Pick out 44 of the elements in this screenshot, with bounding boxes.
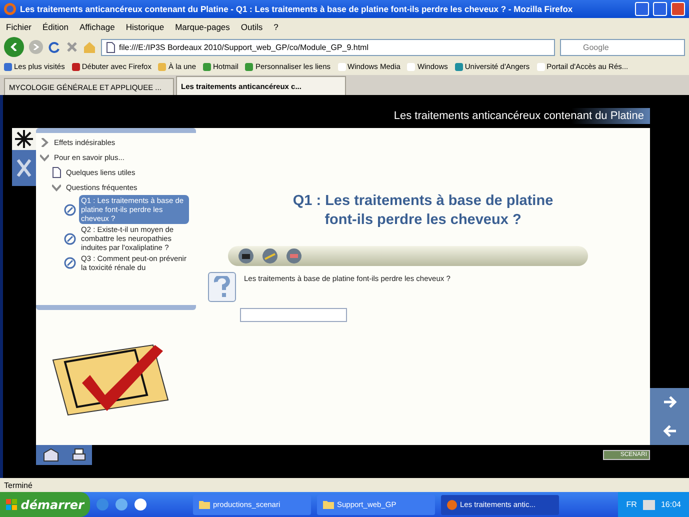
- clock: 16:04: [660, 500, 681, 509]
- arrow-left-icon[interactable]: [662, 424, 676, 437]
- answer-field[interactable]: [240, 308, 346, 322]
- link-icon: [64, 232, 76, 244]
- menu-item[interactable]: Outils: [240, 22, 263, 32]
- maximize-button[interactable]: [653, 2, 667, 16]
- arrow-right-icon[interactable]: [662, 396, 676, 408]
- link-icon: [64, 257, 76, 269]
- firefox-icon: [4, 3, 16, 15]
- building-icon[interactable]: [42, 448, 58, 462]
- arrow-right-icon: [33, 44, 39, 50]
- page-icon: [52, 167, 61, 178]
- menu-item[interactable]: Affichage: [80, 22, 115, 32]
- chevron-down-icon[interactable]: [52, 183, 61, 192]
- menu-item[interactable]: ?: [274, 22, 278, 32]
- arrow-left-icon: [10, 43, 18, 51]
- folder-icon: [323, 500, 334, 509]
- windows-logo-icon: [6, 498, 17, 510]
- page-icon: [106, 42, 115, 52]
- question-mark-icon: [208, 272, 236, 302]
- menu-item[interactable]: Marque-pages: [175, 22, 230, 32]
- start-button[interactable]: démarrer: [0, 492, 90, 517]
- question-title: Q1 : Les traitements à base de platine font-ils perdre les cheveux ?: [292, 192, 554, 230]
- minimize-button[interactable]: [635, 2, 649, 16]
- menu-item[interactable]: Édition: [42, 22, 69, 32]
- close-button[interactable]: [671, 2, 685, 16]
- menu-item[interactable]: Historique: [126, 22, 164, 32]
- address-field[interactable]: file:///E:/IP3S Bordeaux 2010/Support_web_GP/co/Module_GP_9.html: [101, 38, 555, 56]
- chevron-down-icon[interactable]: [40, 153, 49, 162]
- search-field[interactable]: Google: [560, 38, 685, 56]
- folder-icon: [199, 500, 210, 509]
- window-title: Les traitements anticancéreux contenant du Platine - Q1 : Les traitements à base de platine font-ils perdre les cheveux ? - Mozilla Firefox: [20, 4, 574, 14]
- reload-icon[interactable]: [48, 40, 61, 54]
- printer-icon[interactable]: [72, 448, 86, 462]
- back-button[interactable]: [4, 37, 24, 57]
- status-text: Terminé: [4, 480, 32, 490]
- menu-item[interactable]: Fichier: [6, 22, 32, 32]
- network-icon: [642, 500, 655, 510]
- language-indicator: FR: [626, 500, 637, 509]
- star-icon[interactable]: [15, 130, 33, 148]
- stop-icon[interactable]: [66, 41, 78, 53]
- firefox-icon: [447, 500, 457, 510]
- chevron-right-icon[interactable]: [40, 138, 49, 147]
- link-icon: [64, 204, 76, 216]
